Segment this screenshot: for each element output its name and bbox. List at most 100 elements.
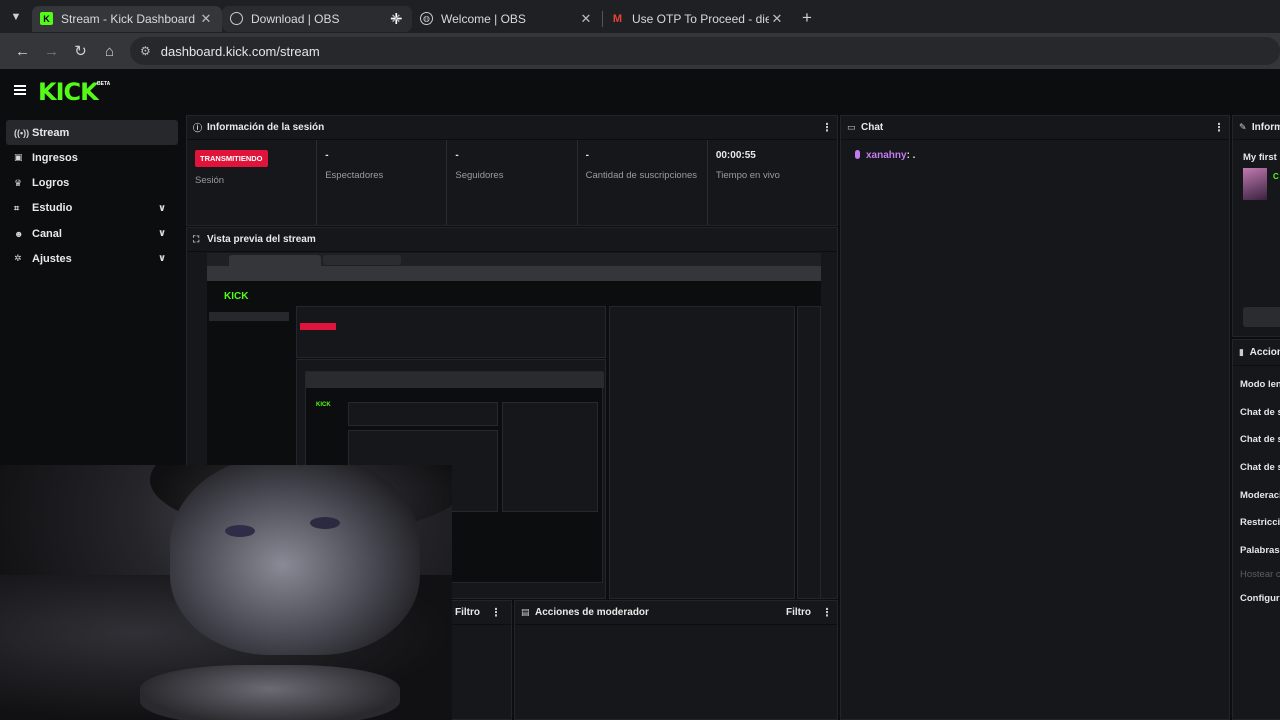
- sidebar-item-label: Ingresos: [32, 151, 78, 164]
- forward-arrow-icon[interactable]: →: [37, 43, 66, 60]
- live-status-badge: TRANSMITIENDO: [195, 150, 268, 167]
- chevron-down-icon: ∨: [158, 202, 167, 214]
- lightning-icon: ▮: [1239, 347, 1244, 357]
- preview-icon: ⛶: [193, 234, 200, 244]
- sidebar-item-ajustes[interactable]: ✲ Ajustes ∨: [6, 246, 178, 271]
- webcam-face: [170, 465, 420, 655]
- preview-sidebar-active: [209, 312, 289, 321]
- kebab-menu-icon[interactable]: ⋮: [817, 121, 837, 134]
- tab-download-obs[interactable]: Download | OBS ✕: [222, 5, 412, 32]
- panel-title: Información de la sesión: [207, 122, 325, 133]
- mic-icon: [855, 150, 860, 159]
- close-icon[interactable]: ✕: [198, 11, 214, 27]
- panel-title: Acciones de moderador: [535, 607, 649, 618]
- home-icon[interactable]: ⌂: [95, 43, 124, 60]
- sidebar-item-stream[interactable]: ((•)) Stream: [6, 120, 178, 145]
- webcam-overlay: [0, 465, 452, 720]
- address-bar[interactable]: ⚙ dashboard.kick.com/stream: [130, 37, 1280, 65]
- preview-active-tab: [229, 255, 321, 266]
- stat-followers: - Seguidores: [447, 140, 578, 225]
- obs-icon: [230, 12, 243, 25]
- preview-chat-panel: [609, 306, 795, 599]
- category-thumbnail[interactable]: [1243, 168, 1267, 200]
- preview-kick-logo: KICK: [224, 291, 249, 302]
- tab-title: Welcome | OBS: [441, 11, 526, 26]
- sidebar-item-label: Estudio: [32, 202, 73, 215]
- new-tab-plus-icon[interactable]: +: [793, 8, 821, 28]
- url-text: dashboard.kick.com/stream: [160, 43, 320, 59]
- wrench-icon: ✎: [1239, 122, 1247, 132]
- stat-session: TRANSMITIENDO Sesión: [187, 140, 318, 225]
- preview-live-badge: [300, 323, 336, 330]
- document-icon: ▤: [521, 607, 530, 617]
- tab-otp-gmail[interactable]: M Use OTP To Proceed - diegobra ✕: [603, 6, 793, 32]
- action-chat-mode-1[interactable]: Chat de s: [1240, 407, 1280, 418]
- stat-value: -: [455, 150, 459, 161]
- action-host[interactable]: Hostear c: [1240, 569, 1280, 580]
- browser-toolbar: ← → ↻ ⌂ ⚙ dashboard.kick.com/stream: [0, 33, 1280, 69]
- sidebar-item-label: Canal: [32, 227, 62, 240]
- action-chat-mode-2[interactable]: Chat de s: [1240, 434, 1280, 445]
- panel-title: Chat: [861, 122, 884, 133]
- sidebar: ((•)) Stream ▣ Ingresos ♛ Logros ⌗ Estud…: [6, 120, 178, 272]
- stat-live-time: 00:00:55 Tiempo en vivo: [708, 140, 837, 225]
- kebab-menu-icon[interactable]: ⋮: [486, 606, 506, 619]
- chevron-down-icon: ∨: [158, 253, 167, 265]
- action-chat-mode-3[interactable]: Chat de s: [1240, 462, 1280, 473]
- panel-header: ⛶ Vista previa del stream: [187, 228, 837, 252]
- action-banned-words[interactable]: Palabras: [1240, 545, 1280, 556]
- back-arrow-icon[interactable]: ←: [8, 43, 37, 60]
- chat-username[interactable]: xanahny: [866, 150, 907, 161]
- preview-inner-session: [348, 402, 498, 426]
- site-settings-icon[interactable]: ⚙: [140, 44, 151, 58]
- stat-label: Cantidad de suscripciones: [585, 170, 698, 181]
- tab-stream-kick-dashboard[interactable]: K Stream - Kick Dashboard ✕: [32, 5, 222, 32]
- tab-welcome-obs[interactable]: ◍ Welcome | OBS ✕: [412, 6, 602, 32]
- stat-label: Seguidores: [455, 170, 504, 181]
- sidebar-item-canal[interactable]: ☻ Canal ∨: [6, 221, 178, 246]
- session-stats: TRANSMITIENDO Sesión - Espectadores - Se…: [187, 140, 837, 225]
- panel-header: ✎ Inform: [1233, 116, 1280, 140]
- action-moderation[interactable]: Moderaci: [1240, 490, 1280, 501]
- chat-message-text: : .: [906, 150, 916, 161]
- preview-address-bar: [207, 266, 821, 281]
- panel-title: Inform: [1251, 122, 1280, 133]
- stream-info-panel: ✎ Inform My first C: [1232, 115, 1280, 337]
- people-icon: ☻: [14, 228, 24, 239]
- reload-icon[interactable]: ↻: [66, 42, 95, 60]
- hamburger-menu-icon[interactable]: [14, 85, 26, 95]
- panel-header: ▮ Accion: [1233, 340, 1280, 366]
- screen: ▼ K Stream - Kick Dashboard ✕ Download |…: [0, 0, 1280, 720]
- panel-header: ⓘ Información de la sesión ⋮: [187, 116, 837, 140]
- chevron-down-icon: ∨: [158, 228, 167, 240]
- kebab-menu-icon[interactable]: ⋮: [817, 606, 837, 619]
- tab-search-chevron-icon[interactable]: ▼: [0, 0, 32, 33]
- stat-value: 00:00:55: [715, 150, 756, 161]
- sidebar-item-estudio[interactable]: ⌗ Estudio ∨: [6, 196, 178, 221]
- action-settings[interactable]: Configura: [1240, 593, 1280, 604]
- edit-button[interactable]: [1243, 307, 1280, 327]
- action-restrictions[interactable]: Restricci: [1240, 517, 1280, 528]
- stat-value: -: [585, 150, 589, 161]
- tab-title: Download | OBS: [251, 11, 340, 26]
- tab-title: Stream - Kick Dashboard: [61, 11, 196, 26]
- sidebar-item-logros[interactable]: ♛ Logros: [6, 171, 178, 196]
- chat-bubble-icon: ▭: [847, 122, 856, 132]
- tab-title: Use OTP To Proceed - diegobra: [632, 11, 769, 26]
- sidebar-item-ingresos[interactable]: ▣ Ingresos: [6, 145, 178, 170]
- preview-inner-logo: KICK: [316, 402, 331, 408]
- close-icon[interactable]: ✕: [769, 11, 785, 27]
- kebab-menu-icon[interactable]: ⋮: [1209, 121, 1229, 134]
- category-initial: C: [1273, 172, 1279, 181]
- close-icon[interactable]: ✕: [578, 11, 594, 27]
- filter-button[interactable]: Filtro: [786, 607, 811, 618]
- gmail-icon: M: [612, 12, 623, 25]
- info-icon: ⓘ: [193, 123, 203, 133]
- kick-logo[interactable]: KICK: [38, 78, 99, 106]
- action-slow-mode[interactable]: Modo len: [1240, 379, 1280, 390]
- filter-button[interactable]: Filtro: [455, 607, 480, 618]
- sidebar-item-label: Ajustes: [32, 252, 72, 265]
- preview-hover-tab: [323, 255, 401, 265]
- webcam-eye-left: [225, 525, 255, 537]
- chat-panel: ▭ Chat ⋮ xanahny: .: [840, 115, 1230, 720]
